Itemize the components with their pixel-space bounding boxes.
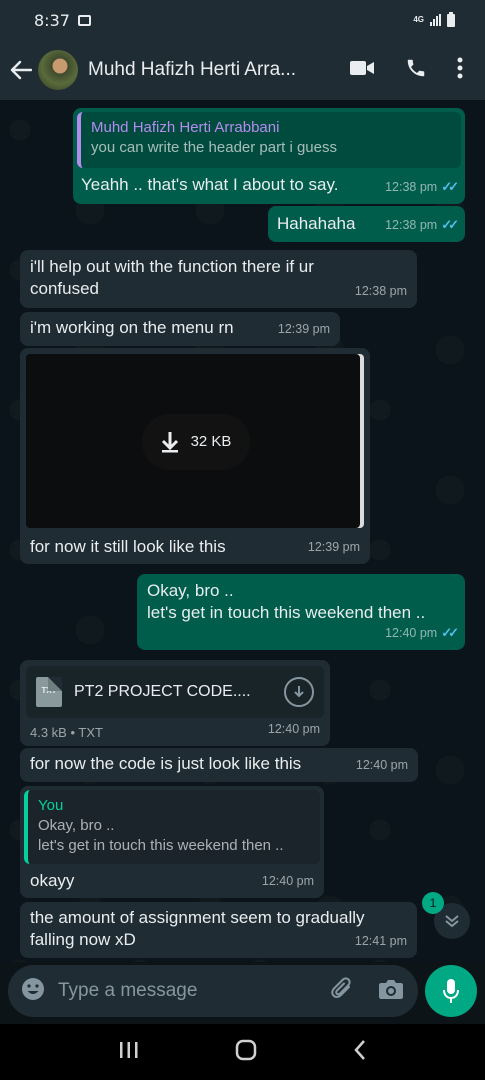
message-time: 12:38 pm bbox=[354, 284, 407, 298]
quoted-sender: Muhd Hafizh Herti Arrabbani bbox=[91, 119, 280, 136]
header-actions bbox=[349, 57, 463, 84]
message-incoming[interactable]: for now the code is just look like this … bbox=[20, 748, 418, 782]
message-meta: 12:38 pm bbox=[355, 280, 407, 302]
back-nav-icon[interactable] bbox=[353, 1039, 367, 1066]
message-outgoing[interactable]: Hahahaha 12:38 pm ✓✓ bbox=[268, 206, 465, 242]
message-meta: 12:40 pm bbox=[268, 718, 320, 740]
message-text: i'm working on the menu rn bbox=[30, 318, 234, 337]
gallery-notification-icon bbox=[77, 14, 91, 26]
chat-header: Muhd Hafizh Herti Arra... bbox=[0, 40, 485, 100]
message-text-line: i'll help out with the function there if… bbox=[30, 257, 314, 276]
voice-record-button[interactable] bbox=[425, 965, 477, 1017]
status-icons: 4G bbox=[413, 11, 455, 27]
message-time: 12:40 pm bbox=[267, 722, 320, 736]
message-incoming[interactable]: i'm working on the menu rn 12:39 pm bbox=[20, 312, 340, 346]
message-text-line: let's get in touch this weekend then .. bbox=[147, 603, 426, 622]
quoted-message[interactable]: Muhd Hafizh Herti Arrabbani you can writ… bbox=[77, 112, 461, 168]
message-outgoing[interactable]: Muhd Hafizh Herti Arrabbani you can writ… bbox=[73, 108, 465, 204]
message-meta: 12:40 pm bbox=[356, 754, 408, 776]
download-size: 32 KB bbox=[190, 433, 232, 450]
read-ticks-icon: ✓✓ bbox=[441, 217, 459, 232]
message-text: Hahahaha bbox=[277, 214, 356, 233]
unread-count-badge: 1 bbox=[422, 892, 444, 914]
signal-icon bbox=[430, 14, 441, 26]
message-incoming-media[interactable]: 32 KB for now it still look like this 12… bbox=[20, 348, 370, 564]
message-incoming[interactable]: i'll help out with the function there if… bbox=[20, 250, 417, 308]
message-incoming-reply[interactable]: You Okay, bro .. let's get in touch this… bbox=[20, 786, 324, 898]
message-time: 12:39 pm bbox=[307, 540, 360, 554]
contact-avatar[interactable] bbox=[38, 50, 78, 90]
contact-name[interactable]: Muhd Hafizh Herti Arra... bbox=[88, 59, 324, 81]
message-time: 12:40 pm bbox=[355, 758, 408, 772]
image-thumbnail[interactable]: 32 KB bbox=[26, 354, 364, 528]
message-text-line: Okay, bro .. bbox=[147, 581, 234, 600]
camera-icon[interactable] bbox=[378, 978, 404, 1005]
message-incoming-document[interactable]: TXT PT2 PROJECT CODE.... 4.3 kB • TXT 12… bbox=[20, 660, 330, 746]
message-text-line: the amount of assignment seem to gradual… bbox=[30, 908, 365, 927]
message-incoming[interactable]: the amount of assignment seem to gradual… bbox=[20, 902, 417, 958]
message-outgoing[interactable]: Okay, bro .. let's get in touch this wee… bbox=[137, 574, 465, 650]
more-options-icon[interactable] bbox=[457, 57, 463, 84]
chat-area[interactable]: Muhd Hafizh Herti Arrabbani you can writ… bbox=[0, 100, 485, 962]
message-time: 12:38 pm bbox=[385, 218, 438, 232]
message-time: 12:38 pm bbox=[385, 180, 438, 194]
quoted-message[interactable]: You Okay, bro .. let's get in touch this… bbox=[24, 790, 320, 864]
message-time: 12:40 pm bbox=[261, 874, 314, 888]
home-icon[interactable] bbox=[235, 1039, 257, 1066]
message-meta: 12:38 pm ✓✓ bbox=[385, 176, 459, 198]
double-chevron-down-icon bbox=[445, 915, 459, 928]
network-type: 4G bbox=[413, 15, 424, 24]
message-text: for now the code is just look like this bbox=[30, 754, 302, 773]
quoted-text: you can write the header part i guess bbox=[91, 139, 337, 156]
status-bar: 8:37 4G bbox=[0, 0, 485, 40]
battery-icon bbox=[447, 11, 455, 27]
file-info: 4.3 kB • TXT bbox=[30, 725, 103, 740]
read-ticks-icon: ✓✓ bbox=[441, 625, 459, 640]
message-text: Yeahh .. that's what I about to say. bbox=[81, 175, 339, 194]
message-meta: 12:40 pm bbox=[262, 870, 314, 892]
read-ticks-icon: ✓✓ bbox=[441, 179, 459, 194]
message-text-line: confused bbox=[30, 279, 99, 298]
back-arrow-icon[interactable] bbox=[6, 55, 36, 85]
quoted-sender: You bbox=[38, 797, 64, 814]
attach-icon[interactable] bbox=[330, 976, 356, 1007]
quoted-text-line: let's get in touch this weekend then .. bbox=[38, 837, 284, 854]
video-call-icon[interactable] bbox=[349, 59, 375, 82]
message-meta: 12:38 pm ✓✓ bbox=[385, 214, 459, 236]
message-time: 12:41 pm bbox=[354, 934, 407, 948]
message-meta: 12:41 pm bbox=[355, 930, 407, 952]
message-meta: 12:39 pm bbox=[308, 536, 360, 558]
document-card[interactable]: TXT PT2 PROJECT CODE.... bbox=[26, 666, 324, 718]
message-composer[interactable]: Type a message bbox=[8, 965, 418, 1017]
quoted-text-line: Okay, bro .. bbox=[38, 817, 115, 834]
file-name: PT2 PROJECT CODE.... bbox=[74, 683, 251, 700]
message-input[interactable]: Type a message bbox=[58, 980, 197, 1002]
message-time: 12:39 pm bbox=[277, 322, 330, 336]
media-download-button[interactable]: 32 KB bbox=[142, 414, 250, 470]
file-download-icon[interactable] bbox=[284, 677, 314, 707]
message-text-line: falling now xD bbox=[30, 930, 136, 949]
voice-call-icon[interactable] bbox=[405, 57, 427, 84]
composer-actions bbox=[330, 976, 404, 1007]
recent-apps-icon[interactable] bbox=[118, 1041, 140, 1064]
emoji-icon[interactable] bbox=[20, 976, 46, 1007]
message-meta: 12:40 pm ✓✓ bbox=[385, 622, 459, 644]
file-type-badge: TXT bbox=[41, 686, 57, 695]
message-text: okayy bbox=[30, 871, 75, 890]
message-meta: 12:39 pm bbox=[278, 318, 330, 340]
download-icon bbox=[161, 432, 178, 453]
system-nav-bar bbox=[0, 1024, 485, 1080]
message-time: 12:40 pm bbox=[385, 626, 438, 640]
media-caption: for now it still look like this bbox=[30, 537, 226, 556]
txt-file-icon: TXT bbox=[36, 677, 62, 707]
microphone-icon bbox=[443, 979, 459, 1003]
status-time: 8:37 bbox=[34, 10, 70, 30]
